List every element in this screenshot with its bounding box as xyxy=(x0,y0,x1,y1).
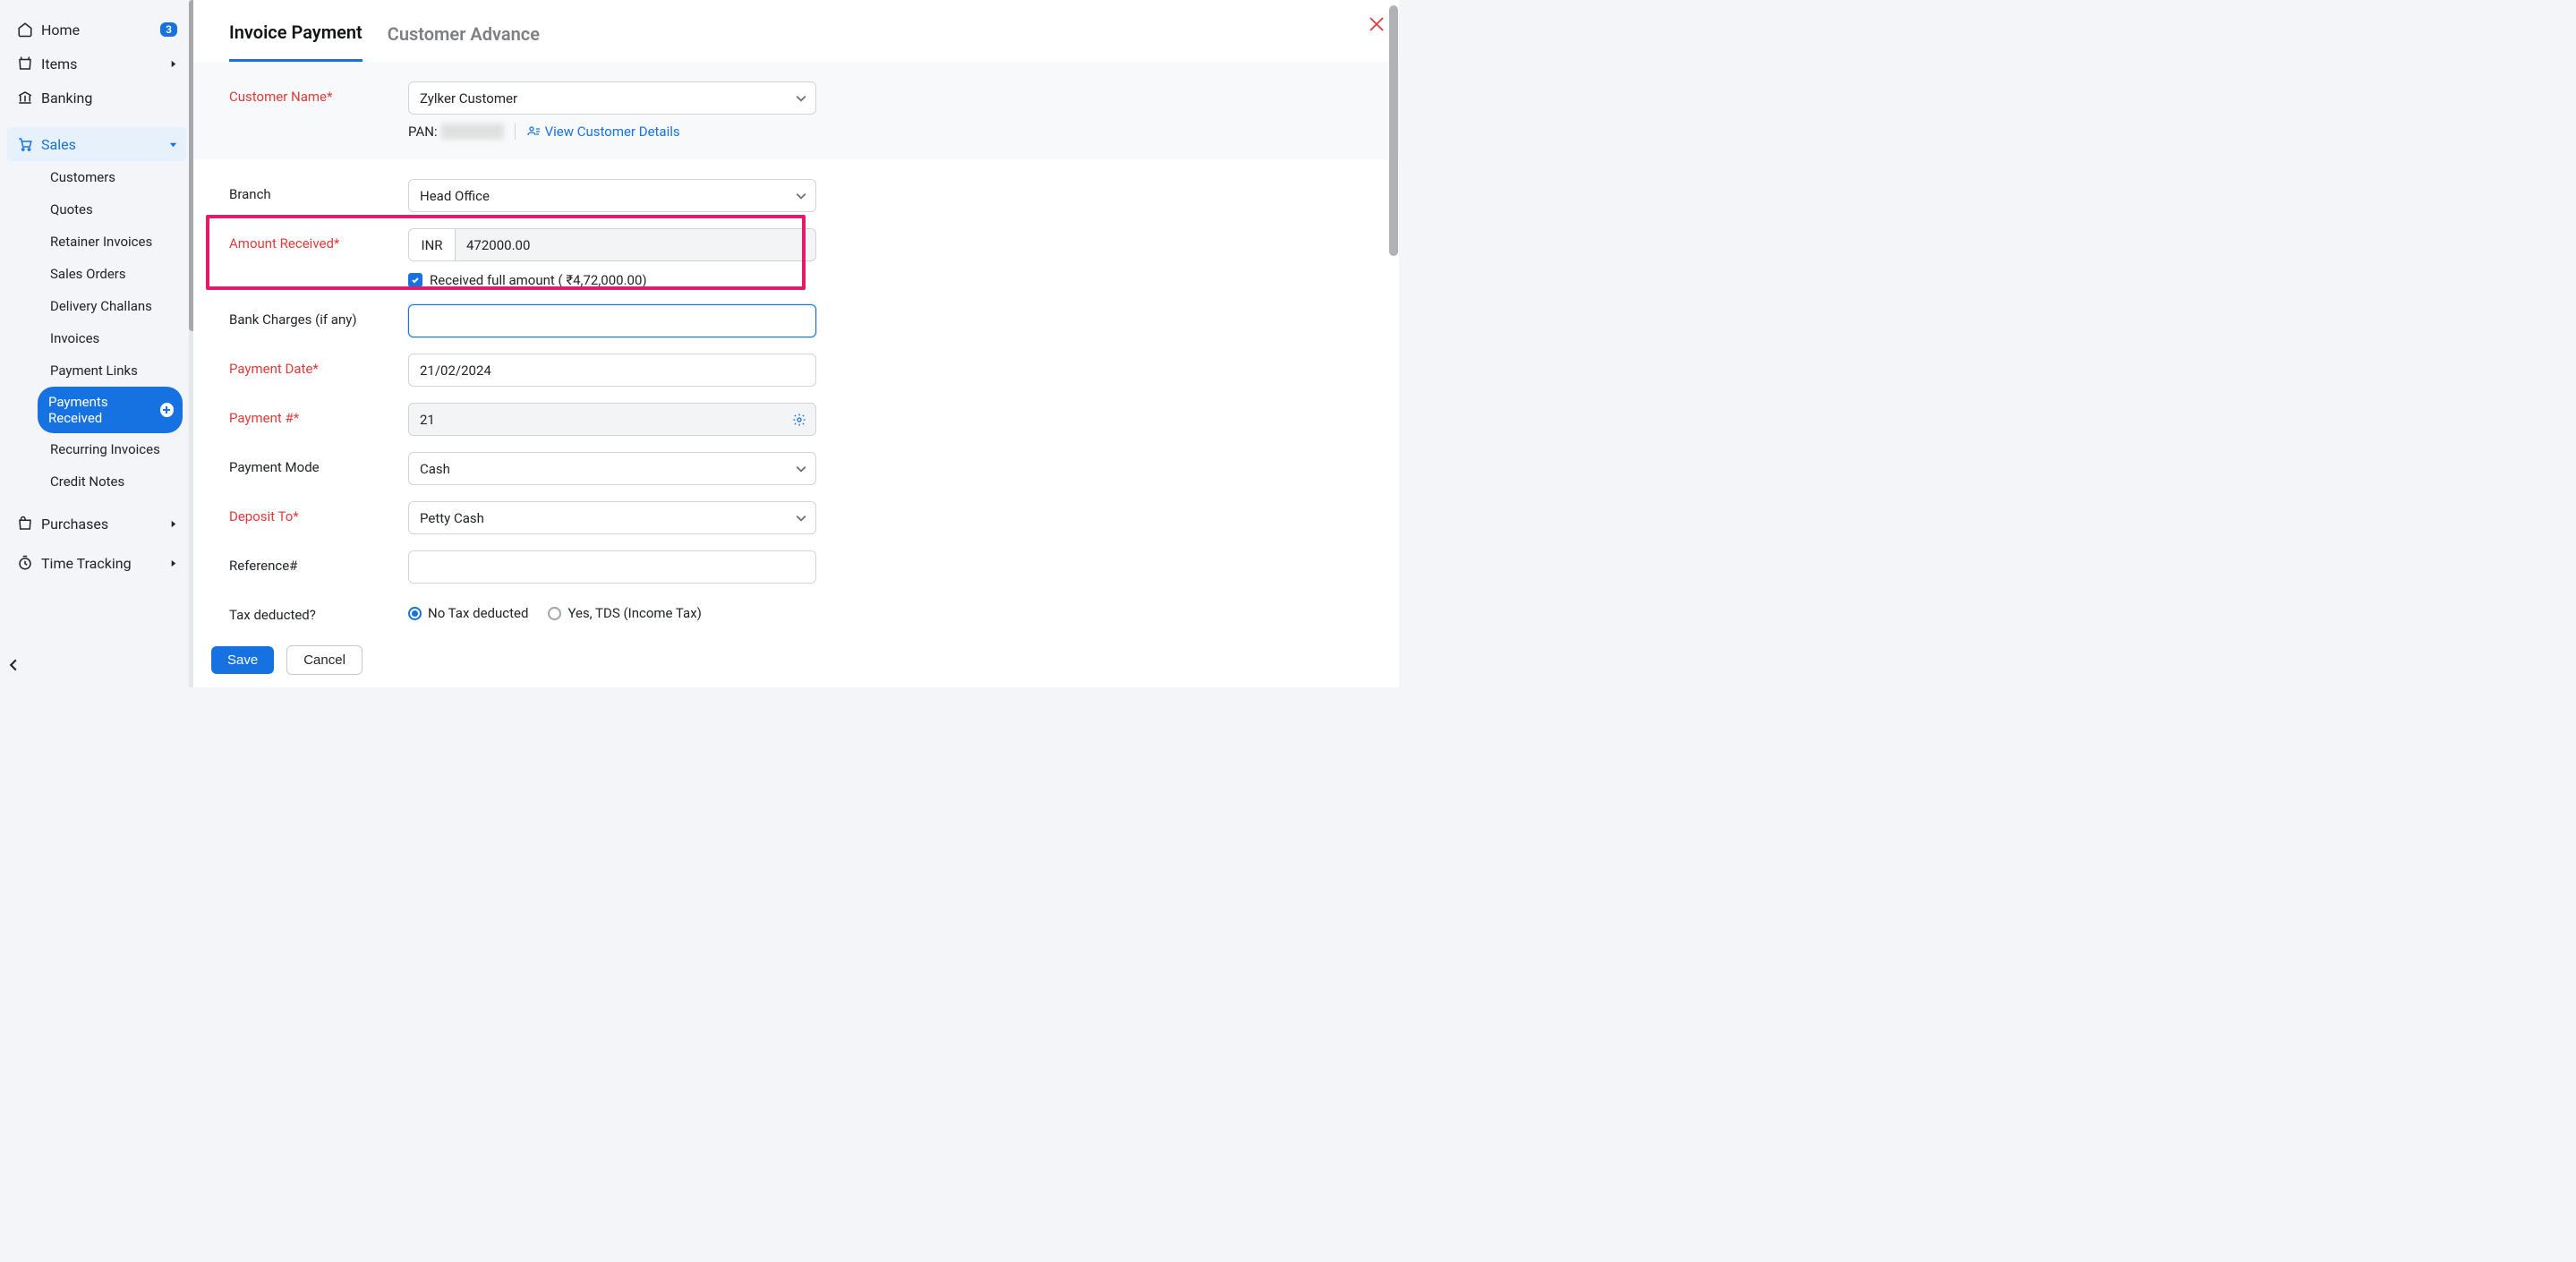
caret-right-icon xyxy=(169,520,177,528)
user-details-icon xyxy=(526,125,541,138)
label-branch: Branch xyxy=(229,179,408,202)
label: Purchases xyxy=(41,516,108,533)
sidebar-item-payments-received[interactable]: Payments Received xyxy=(38,387,183,433)
sidebar-item-retainer-invoices[interactable]: Retainer Invoices xyxy=(43,226,186,258)
add-icon[interactable] xyxy=(160,403,174,417)
label-payment-number: Payment #* xyxy=(229,403,408,426)
main-scroll-thumb[interactable] xyxy=(1389,5,1398,256)
received-full-amount-checkbox[interactable]: Received full amount ( ₹4,72,000.00) xyxy=(408,272,816,288)
payment-mode-select[interactable]: Cash xyxy=(408,452,816,485)
sidebar-item-payment-links[interactable]: Payment Links xyxy=(43,354,186,387)
amount-received-group: INR 472000.00 xyxy=(408,228,816,261)
sidebar-item-home[interactable]: Home 3 xyxy=(7,13,186,47)
checkbox-checked-icon xyxy=(408,273,422,287)
label-bank-charges: Bank Charges (if any) xyxy=(229,304,408,328)
chevron-down-icon xyxy=(796,513,806,524)
customer-name-select[interactable]: Zylker Customer xyxy=(408,81,816,115)
footer-actions: Save Cancel xyxy=(193,633,1399,687)
close-button[interactable] xyxy=(1369,16,1385,32)
chevron-down-icon xyxy=(796,93,806,104)
tabs: Invoice Payment Customer Advance xyxy=(193,0,1399,62)
label: Home xyxy=(41,21,80,38)
sidebar-item-purchases[interactable]: Purchases xyxy=(7,507,186,541)
sidebar-item-recurring-invoices[interactable]: Recurring Invoices xyxy=(43,433,186,465)
label: Time Tracking xyxy=(41,555,132,572)
sidebar: Home 3 Items Banking Sales xyxy=(0,0,193,687)
form-body: Customer Name* Zylker Customer PAN: xyxy=(193,62,1399,633)
main-panel: Invoice Payment Customer Advance Custome… xyxy=(193,0,1399,687)
cancel-button[interactable]: Cancel xyxy=(286,645,363,675)
caret-right-icon xyxy=(169,60,177,68)
tab-invoice-payment[interactable]: Invoice Payment xyxy=(229,14,363,62)
sales-submenu: Customers Quotes Retainer Invoices Sales… xyxy=(5,161,188,498)
sidebar-item-invoices[interactable]: Invoices xyxy=(43,322,186,354)
sidebar-item-sales-orders[interactable]: Sales Orders xyxy=(43,258,186,290)
save-button[interactable]: Save xyxy=(211,646,274,674)
chevron-down-icon xyxy=(796,191,806,201)
label-deposit-to: Deposit To* xyxy=(229,501,408,524)
home-badge: 3 xyxy=(160,22,177,37)
payment-date-input[interactable]: 21/02/2024 xyxy=(408,354,816,387)
branch-select[interactable]: Head Office xyxy=(408,179,816,212)
currency-prefix: INR xyxy=(408,228,455,261)
gear-icon[interactable] xyxy=(792,413,806,427)
sidebar-item-sales[interactable]: Sales xyxy=(7,127,186,161)
label: Banking xyxy=(41,90,92,107)
sidebar-item-delivery-challans[interactable]: Delivery Challans xyxy=(43,290,186,322)
label: Items xyxy=(41,55,77,72)
reference-input[interactable] xyxy=(408,550,816,584)
label-amount-received: Amount Received* xyxy=(229,228,408,252)
view-customer-details-link[interactable]: View Customer Details xyxy=(526,124,680,140)
bag-icon xyxy=(16,55,34,72)
payment-number-input[interactable]: 21 xyxy=(408,403,816,436)
amount-received-input[interactable]: 472000.00 xyxy=(455,228,816,261)
radio-yes-tds[interactable] xyxy=(548,607,561,620)
sidebar-item-credit-notes[interactable]: Credit Notes xyxy=(43,465,186,498)
bank-charges-input[interactable] xyxy=(408,304,816,337)
purchases-icon xyxy=(16,515,34,533)
label-tax-deducted: Tax deducted? xyxy=(229,600,408,623)
pan-value-masked xyxy=(441,124,504,140)
label-payment-mode: Payment Mode xyxy=(229,452,408,475)
label-customer-name: Customer Name* xyxy=(229,81,408,105)
caret-down-icon xyxy=(169,141,177,149)
cart-icon xyxy=(16,135,34,153)
label: Sales xyxy=(41,136,76,153)
caret-right-icon xyxy=(169,559,177,567)
sidebar-item-quotes[interactable]: Quotes xyxy=(43,193,186,226)
sidebar-item-customers[interactable]: Customers xyxy=(43,161,186,193)
chevron-down-icon xyxy=(796,464,806,474)
pan-info: PAN: View Customer Details xyxy=(408,124,816,140)
sidebar-collapse-button[interactable] xyxy=(0,652,193,678)
home-icon xyxy=(16,21,34,38)
bank-icon xyxy=(16,89,34,107)
main-scroll-track xyxy=(1389,5,1398,345)
label-reference: Reference# xyxy=(229,550,408,574)
tab-customer-advance[interactable]: Customer Advance xyxy=(388,16,540,61)
sidebar-item-time-tracking[interactable]: Time Tracking xyxy=(7,546,186,580)
deposit-to-select[interactable]: Petty Cash xyxy=(408,501,816,534)
sidebar-item-items[interactable]: Items xyxy=(7,47,186,81)
radio-no-tax[interactable] xyxy=(408,607,422,620)
clock-icon xyxy=(16,554,34,572)
sidebar-item-banking[interactable]: Banking xyxy=(7,81,186,115)
label-payment-date: Payment Date* xyxy=(229,354,408,377)
